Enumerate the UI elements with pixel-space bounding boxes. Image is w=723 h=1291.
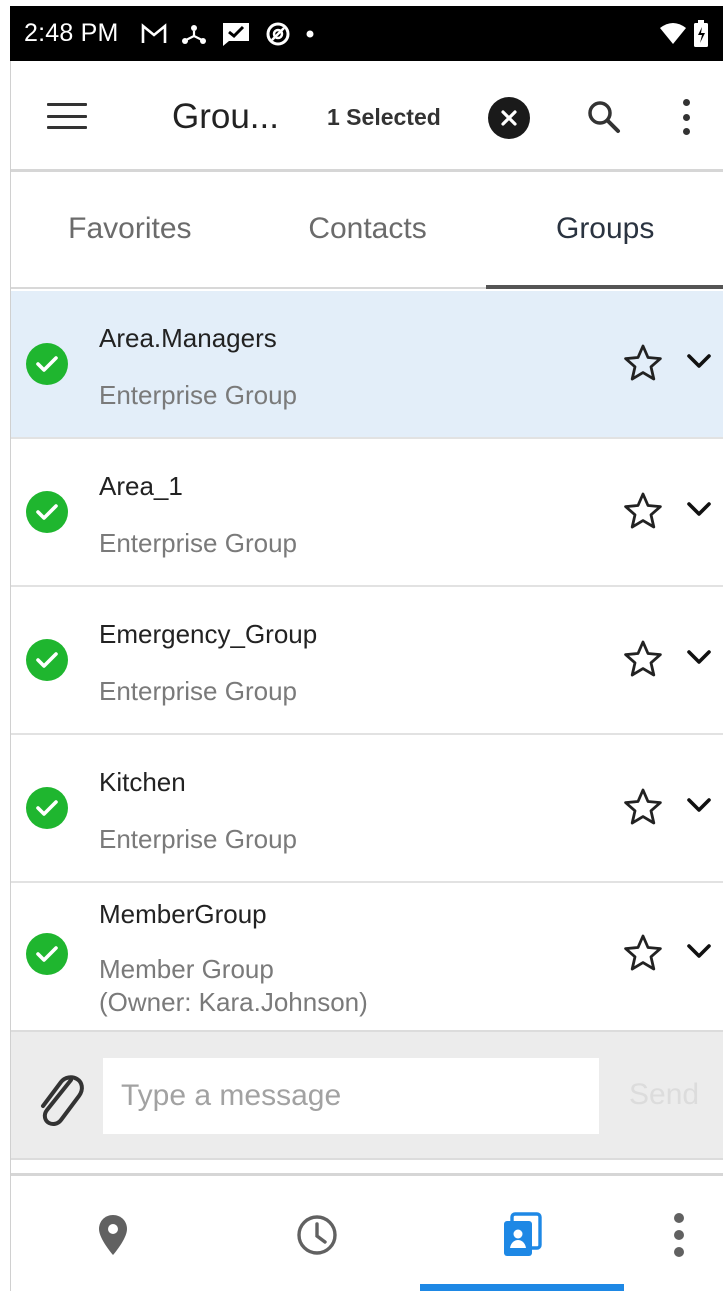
history-icon [297, 1215, 337, 1255]
nav-contacts[interactable] [480, 1176, 564, 1291]
chevron-down-icon[interactable] [684, 645, 714, 669]
selected-count: 1 Selected [327, 104, 441, 130]
tab-contacts[interactable]: Contacts [249, 175, 487, 287]
vpn-icon [266, 22, 290, 45]
list-item[interactable]: Area_1 Enterprise Group [11, 439, 723, 587]
star-icon[interactable] [623, 491, 663, 531]
bottom-nav [11, 1173, 723, 1291]
group-name: MemberGroup [99, 899, 267, 929]
search-icon[interactable] [583, 96, 625, 138]
list-item[interactable]: Area.Managers Enterprise Group [11, 291, 723, 439]
tab-bar: Favorites Contacts Groups [11, 175, 723, 289]
message-composer: Send [11, 1030, 723, 1160]
more-options-icon[interactable] [671, 96, 701, 138]
nav-more[interactable] [644, 1176, 714, 1291]
check-icon [26, 343, 68, 385]
star-icon[interactable] [623, 343, 663, 383]
star-icon[interactable] [623, 639, 663, 679]
location-icon [99, 1215, 127, 1255]
contacts-icon [504, 1212, 542, 1256]
page-title: Grou... [172, 97, 279, 136]
message-input[interactable] [103, 1058, 599, 1134]
list-item[interactable]: Kitchen Enterprise Group [11, 735, 723, 883]
group-type: Enterprise Group [99, 528, 297, 558]
group-type: Enterprise Group [99, 824, 297, 854]
list-item[interactable]: Emergency_Group Enterprise Group [11, 587, 723, 735]
chevron-down-icon[interactable] [684, 497, 714, 521]
check-icon [26, 787, 68, 829]
wifi-icon [660, 22, 686, 44]
menu-icon[interactable] [47, 103, 87, 129]
group-name: Area_1 [99, 471, 183, 501]
check-icon [26, 491, 68, 533]
group-type: Enterprise Group [99, 380, 297, 410]
check-icon [26, 639, 68, 681]
group-name: Kitchen [99, 767, 186, 797]
paperclip-icon[interactable] [31, 1068, 85, 1130]
app-frame: Grou... 1 Selected Favorites Contacts Gr… [10, 61, 723, 1291]
dot-icon [306, 30, 314, 37]
nav-history[interactable] [275, 1176, 359, 1291]
status-bar: 2:48 PM [10, 6, 723, 61]
clear-selection-button[interactable] [488, 97, 530, 139]
check-icon [26, 933, 68, 975]
gmail-icon [141, 22, 166, 43]
toolbar: Grou... 1 Selected [11, 61, 723, 172]
group-list: Area.Managers Enterprise Group Area_1 En… [11, 291, 723, 1029]
battery-icon [694, 19, 708, 47]
chevron-down-icon[interactable] [684, 939, 714, 963]
active-tab-indicator [420, 1284, 624, 1291]
group-name: Emergency_Group [99, 619, 318, 649]
group-owner: (Owner: Kara.Johnson) [99, 987, 368, 1017]
star-icon[interactable] [623, 933, 663, 973]
tab-groups[interactable]: Groups [486, 175, 723, 289]
send-button[interactable]: Send [629, 1078, 699, 1112]
network-icon [181, 24, 206, 44]
close-icon [501, 110, 517, 126]
status-time: 2:48 PM [24, 19, 119, 47]
nav-location[interactable] [71, 1176, 155, 1291]
star-icon[interactable] [623, 787, 663, 827]
tab-favorites[interactable]: Favorites [11, 175, 249, 287]
chevron-down-icon[interactable] [684, 793, 714, 817]
group-name: Area.Managers [99, 323, 277, 353]
status-right [659, 19, 709, 48]
group-type: Member Group [99, 954, 274, 984]
more-icon [674, 1213, 684, 1257]
status-icons [141, 21, 315, 47]
message-check-icon [222, 22, 249, 46]
list-item[interactable]: MemberGroup Member Group (Owner: Kara.Jo… [11, 883, 723, 1029]
chevron-down-icon[interactable] [684, 349, 714, 373]
group-type: Enterprise Group [99, 676, 297, 706]
